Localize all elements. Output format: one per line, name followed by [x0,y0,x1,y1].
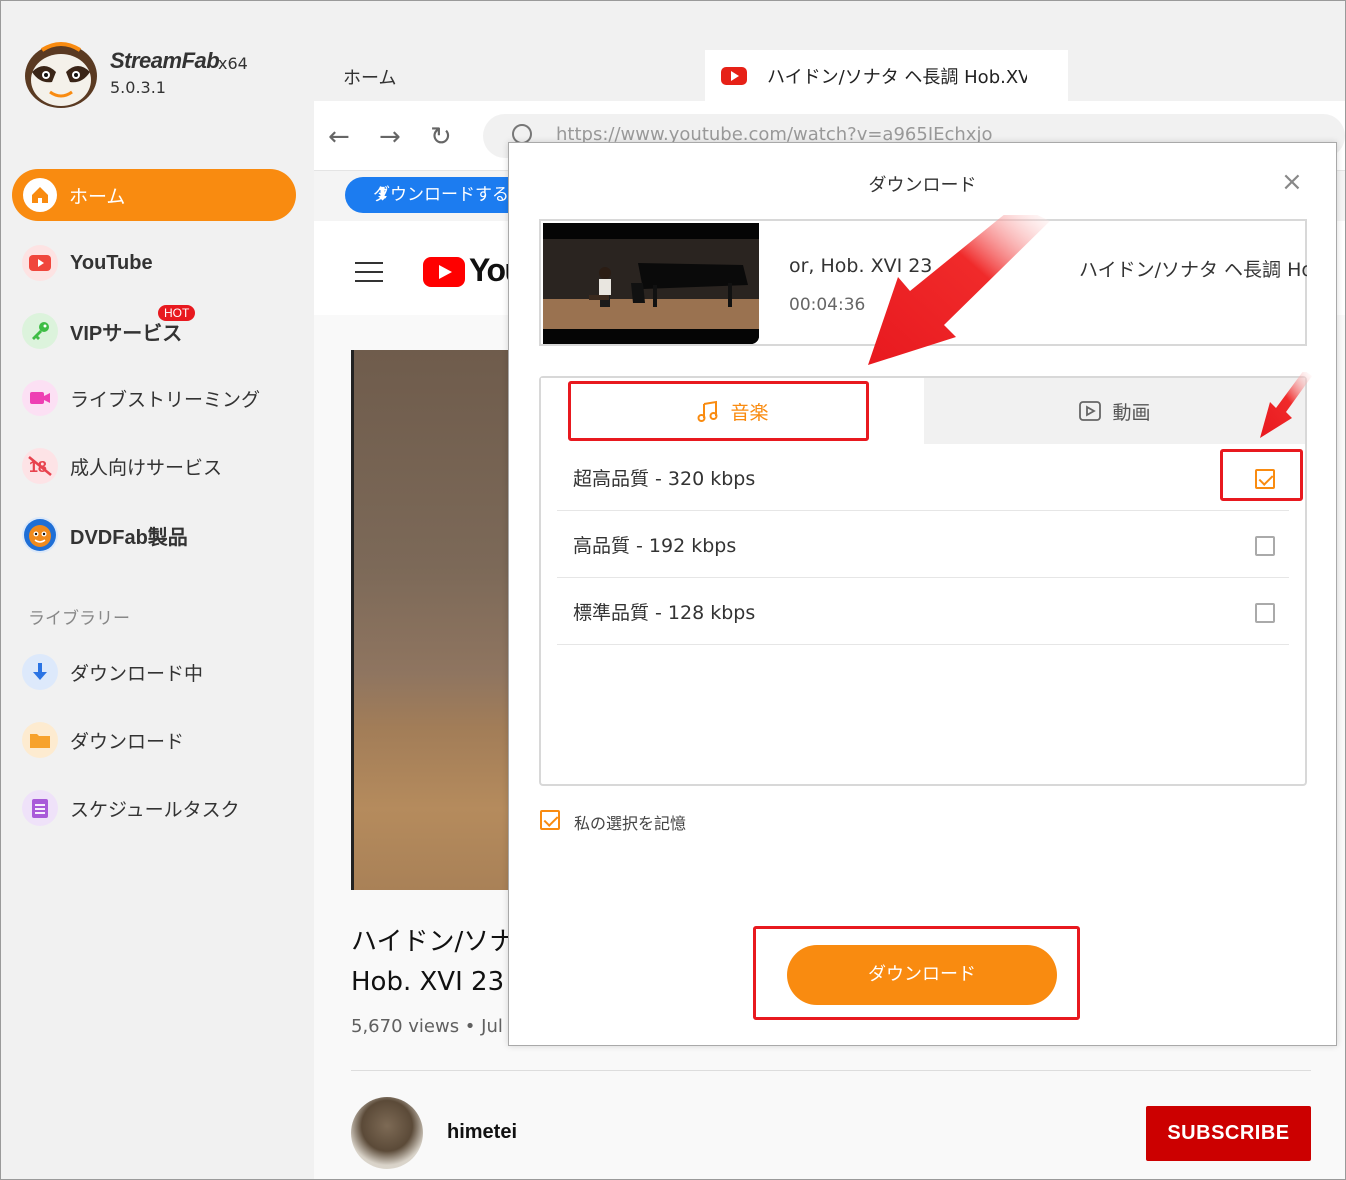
download-dialog: ダウンロード × or, Hob. XVI 23 ハイドン/ソナタ ヘ長調 Ho… [508,142,1337,1046]
brand-name: StreamFab [110,48,220,73]
close-icon[interactable]: × [1281,167,1303,197]
tab-home[interactable]: ホーム [343,64,396,90]
hot-badge: HOT [158,305,196,321]
sidebar-item-home[interactable]: ホーム [12,169,296,221]
sidebar-item-dvdfab[interactable]: DVDFab製品 [12,509,296,561]
schedule-list-icon [22,790,58,826]
sidebar-item-label: YouTube [70,251,153,274]
library-heading: ライブラリー [28,609,130,629]
channel-avatar[interactable] [351,1097,423,1169]
sidebar-item-vip[interactable]: VIPサービス [12,305,296,357]
quality-checkbox-192[interactable] [1255,536,1275,556]
video-title-part-b: ハイドン/ソナタ ヘ長調 Hob [1079,259,1307,281]
sidebar-item-label: スケジュールタスク [70,798,240,821]
sidebar-item-youtube[interactable]: YouTube [12,237,296,289]
sidebar-item-label: ホーム [69,185,126,208]
quality-option[interactable]: 高品質 - 192 kbps [557,511,1289,578]
sidebar-item-label: ライブストリーミング [70,388,261,411]
browser-download-label: ダウンロードする [373,185,509,205]
quality-option[interactable]: 標準品質 - 128 kbps [557,578,1289,645]
app-version: 5.0.3.1 [110,78,166,97]
sidebar-item-label: DVDFab製品 [70,526,188,549]
tab-youtube-video[interactable]: ハイドン/ソナタ ヘ長調 Hob.XVI 23 [705,50,1068,102]
quality-option-label: 高品質 - 192 kbps [573,535,737,557]
video-thumbnail [543,223,759,344]
video-play-icon [1079,401,1102,421]
sidebar-item-downloading[interactable]: ダウンロード中 [12,646,296,698]
quality-checkbox-128[interactable] [1255,603,1275,623]
sidebar-item-adult[interactable]: 18 成人向けサービス [12,440,296,492]
hamburger-menu-icon[interactable] [355,262,383,289]
sidebar-item-label: ダウンロード中 [70,662,204,685]
back-arrow-icon[interactable]: ← [328,122,350,152]
download-arrow-icon [22,654,58,690]
svg-text:18: 18 [29,459,47,476]
quality-option-label: 超高品質 - 320 kbps [573,468,756,490]
camera-icon [22,380,58,416]
divider [351,1070,1311,1071]
dvdfab-icon [22,517,58,553]
annotation-box-checkbox [1220,449,1303,501]
subscribe-button[interactable]: SUBSCRIBE [1146,1106,1311,1161]
dialog-title: ダウンロード [868,175,977,196]
remember-choice-label: 私の選択を記憶 [574,814,687,833]
sidebar-item-schedule[interactable]: スケジュールタスク [12,782,296,834]
sidebar-item-live-streaming[interactable]: ライブストリーミング [12,372,296,424]
youtube-icon [22,245,58,281]
sidebar-item-label: 成人向けサービス [70,456,223,479]
search-icon [512,124,532,144]
channel-name[interactable]: himetei [447,1121,517,1144]
key-icon [22,313,58,349]
tab-title: ハイドン/ソナタ ヘ長調 Hob.XVI 23 [767,67,1027,88]
tab-video-label: 動画 [1112,401,1151,424]
reload-icon[interactable]: ↻ [430,122,452,152]
remember-choice-checkbox[interactable] [540,810,560,830]
video-title-part-a: or, Hob. XVI 23 [789,255,933,277]
download-arrow-icon: ⬇ [375,184,391,205]
annotation-box-download [753,926,1080,1020]
video-views: 5,670 views • Jul [351,1016,503,1037]
video-player[interactable] [351,350,521,890]
video-info-box: or, Hob. XVI 23 ハイドン/ソナタ ヘ長調 Hob 00:04:3… [539,219,1307,346]
forward-arrow-icon[interactable]: → [379,122,401,152]
youtube-tab-icon [721,67,747,85]
video-duration: 00:04:36 [789,295,866,315]
sidebar-item-downloaded[interactable]: ダウンロード [12,714,296,766]
folder-icon [22,722,58,758]
adult-18-icon: 18 [22,448,58,484]
annotation-box-music-tab [568,381,869,441]
tab-video[interactable]: 動画 [924,378,1305,444]
home-icon [23,178,57,212]
quality-option[interactable]: 超高品質 - 320 kbps [557,444,1289,511]
brand-arch: x64 [218,54,248,73]
sidebar-item-label: ダウンロード [70,730,185,753]
youtube-logo-icon[interactable] [423,257,465,287]
sloth-logo-icon [25,42,97,108]
quality-option-label: 標準品質 - 128 kbps [573,602,756,624]
